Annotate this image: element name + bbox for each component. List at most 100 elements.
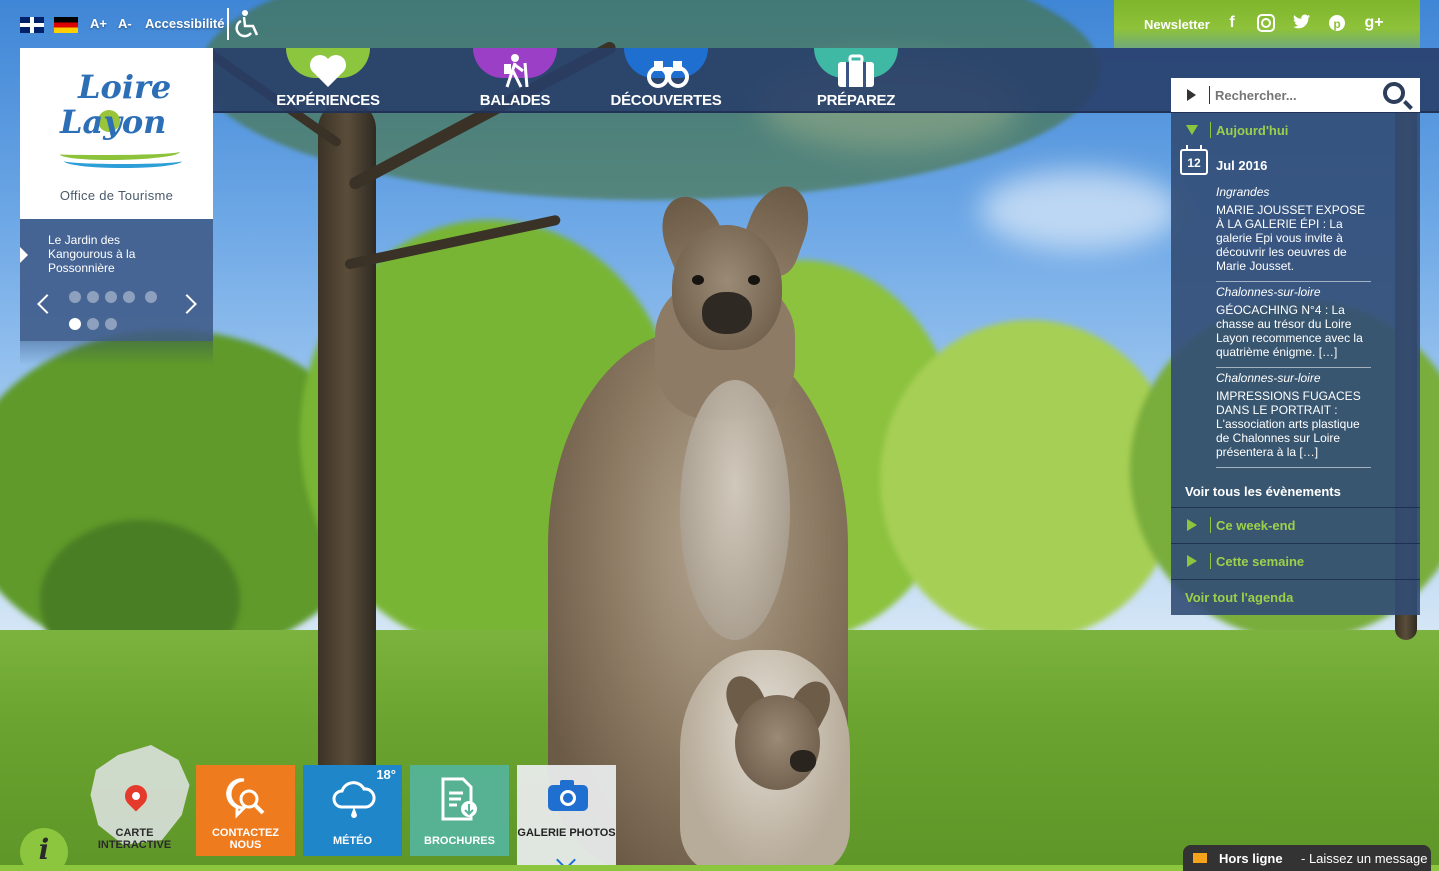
heart-icon (308, 53, 348, 89)
photo-gallery-tile[interactable]: GALERIE PHOTOS (517, 765, 616, 871)
divider (1210, 553, 1211, 569)
play-icon[interactable] (1187, 89, 1196, 101)
tile-label: CARTE INTERACTIVE (97, 827, 172, 851)
hiker-icon (495, 53, 535, 89)
nav-label: PRÉPAREZ (816, 92, 896, 109)
prev-arrow-icon[interactable] (37, 294, 57, 314)
divider (1216, 367, 1371, 368)
agenda-date: Jul 2016 (1216, 158, 1268, 173)
nav-experiences[interactable]: EXPÉRIENCES (248, 48, 408, 113)
contact-search-icon (225, 777, 265, 819)
divider (1210, 122, 1211, 138)
brochures-tile[interactable]: BROCHURES (410, 765, 509, 856)
slider-dot-active[interactable] (69, 318, 81, 330)
font-increase-button[interactable]: A+ (90, 16, 107, 31)
kangaroo-eye (748, 275, 760, 285)
caption-pointer (20, 247, 28, 263)
caret-right-icon (1187, 555, 1197, 567)
divider (1210, 517, 1211, 533)
site-logo[interactable]: Loire Layon Office de Tourisme (20, 48, 213, 219)
slider-dot[interactable] (69, 291, 81, 303)
agenda-today-toggle[interactable]: Aujourd'hui (1171, 113, 1420, 147)
cloud (980, 170, 1180, 250)
contact-tile[interactable]: CONTACTEZ NOUS (196, 765, 295, 856)
document-download-icon (439, 777, 479, 821)
flag-uk-icon[interactable] (20, 17, 44, 33)
search-icon[interactable] (1383, 82, 1405, 104)
weather-tile[interactable]: 18° MÉTÉO (303, 765, 402, 856)
agenda-event[interactable]: Chalonnes-sur-loire IMPRESSIONS FUGACES … (1216, 371, 1371, 468)
kangaroo-snout (702, 292, 752, 334)
pinterest-icon[interactable]: p (1327, 14, 1347, 37)
binoculars-icon (646, 53, 689, 89)
accessibility-link[interactable]: Accessibilité (145, 16, 225, 31)
slider-dot[interactable] (87, 318, 99, 330)
font-decrease-button[interactable]: A- (118, 16, 132, 31)
social-bar: Newsletter f p g+ (1114, 0, 1420, 48)
agenda-panel: Aujourd'hui 12 Jul 2016 Ingrandes MARIE … (1171, 113, 1420, 615)
next-arrow-icon[interactable] (177, 294, 197, 314)
chat-status: Hors ligne (1219, 851, 1283, 866)
see-all-events-link[interactable]: Voir tous les évènements (1185, 484, 1341, 499)
chat-widget[interactable]: Hors ligne - Laissez un message (1183, 845, 1431, 871)
event-place: Ingrandes (1216, 185, 1270, 199)
newsletter-link[interactable]: Newsletter (1144, 17, 1210, 32)
event-text: MARIE JOUSSET EXPOSE À LA GALERIE ÉPI : … (1216, 203, 1366, 273)
googleplus-icon[interactable]: g+ (1364, 14, 1384, 32)
event-place: Chalonnes-sur-loire (1216, 371, 1321, 385)
agenda-weekend-label: Ce week-end (1216, 518, 1296, 533)
kangaroo-chest (680, 380, 790, 640)
tile-label: CONTACTEZ NOUS (211, 827, 279, 851)
see-all-agenda-link[interactable]: Voir tout l'agenda (1185, 590, 1293, 605)
caret-down-icon (1186, 125, 1198, 135)
tile-label: MÉTÉO (332, 835, 373, 847)
caret-right-icon (1187, 519, 1197, 531)
tree-trunk (318, 100, 376, 820)
agenda-week-label: Cette semaine (1216, 554, 1305, 569)
tile-label: GALERIE PHOTOS (517, 827, 616, 839)
suitcase-icon (836, 53, 876, 89)
slider-dot[interactable] (123, 291, 135, 303)
divider (1216, 467, 1371, 468)
nav-label: BALADES (479, 92, 551, 109)
agenda-today-label: Aujourd'hui (1216, 123, 1289, 138)
slider-dot[interactable] (145, 291, 158, 303)
svg-text:p: p (1333, 17, 1340, 31)
camera-icon (546, 777, 588, 817)
nav-label: EXPÉRIENCES (276, 92, 380, 109)
nav-balades[interactable]: BALADES (435, 48, 595, 113)
slider-shadow (20, 341, 213, 365)
joey-head (735, 695, 820, 790)
envelope-icon (1193, 853, 1207, 863)
slider-dot[interactable] (105, 291, 117, 303)
wheelchair-icon[interactable] (227, 8, 263, 40)
flag-de-icon[interactable] (54, 17, 78, 33)
agenda-event[interactable]: Chalonnes-sur-loire GÉOCACHING N°4 : La … (1216, 285, 1371, 368)
weather-temperature: 18° (376, 767, 396, 782)
joey-snout (790, 750, 816, 772)
search-input[interactable] (1215, 85, 1375, 105)
see-all-agenda-row: Voir tout l'agenda (1171, 579, 1420, 615)
nav-label: DÉCOUVERTES (610, 92, 722, 109)
facebook-icon[interactable]: f (1222, 14, 1242, 32)
info-icon[interactable]: i (20, 828, 68, 871)
nav-preparez[interactable]: PRÉPAREZ (776, 48, 936, 113)
logo-text-layon: Layon (60, 103, 167, 141)
interactive-map-tile[interactable]: CARTE INTERACTIVE (85, 745, 190, 856)
nav-decouvertes[interactable]: DÉCOUVERTES (586, 48, 746, 113)
slider-caption: Le Jardin des Kangourous à la Possonnièr… (48, 233, 136, 275)
logo-text-loire: Loire (78, 68, 172, 106)
cloud-rain-icon (332, 781, 376, 821)
divider (1209, 86, 1210, 104)
slider-dot[interactable] (87, 291, 99, 303)
top-bar: A+ A- Accessibilité Newsletter f p g+ (0, 0, 1439, 48)
agenda-week-toggle[interactable]: Cette semaine (1171, 543, 1420, 579)
twitter-icon[interactable] (1292, 14, 1312, 35)
divider (1216, 281, 1371, 282)
search-box (1171, 78, 1420, 112)
slider-dot[interactable] (105, 318, 117, 330)
agenda-event[interactable]: Ingrandes MARIE JOUSSET EXPOSE À LA GALE… (1216, 185, 1371, 282)
tile-label: BROCHURES (424, 835, 495, 847)
agenda-weekend-toggle[interactable]: Ce week-end (1171, 507, 1420, 543)
instagram-icon[interactable] (1256, 14, 1276, 37)
